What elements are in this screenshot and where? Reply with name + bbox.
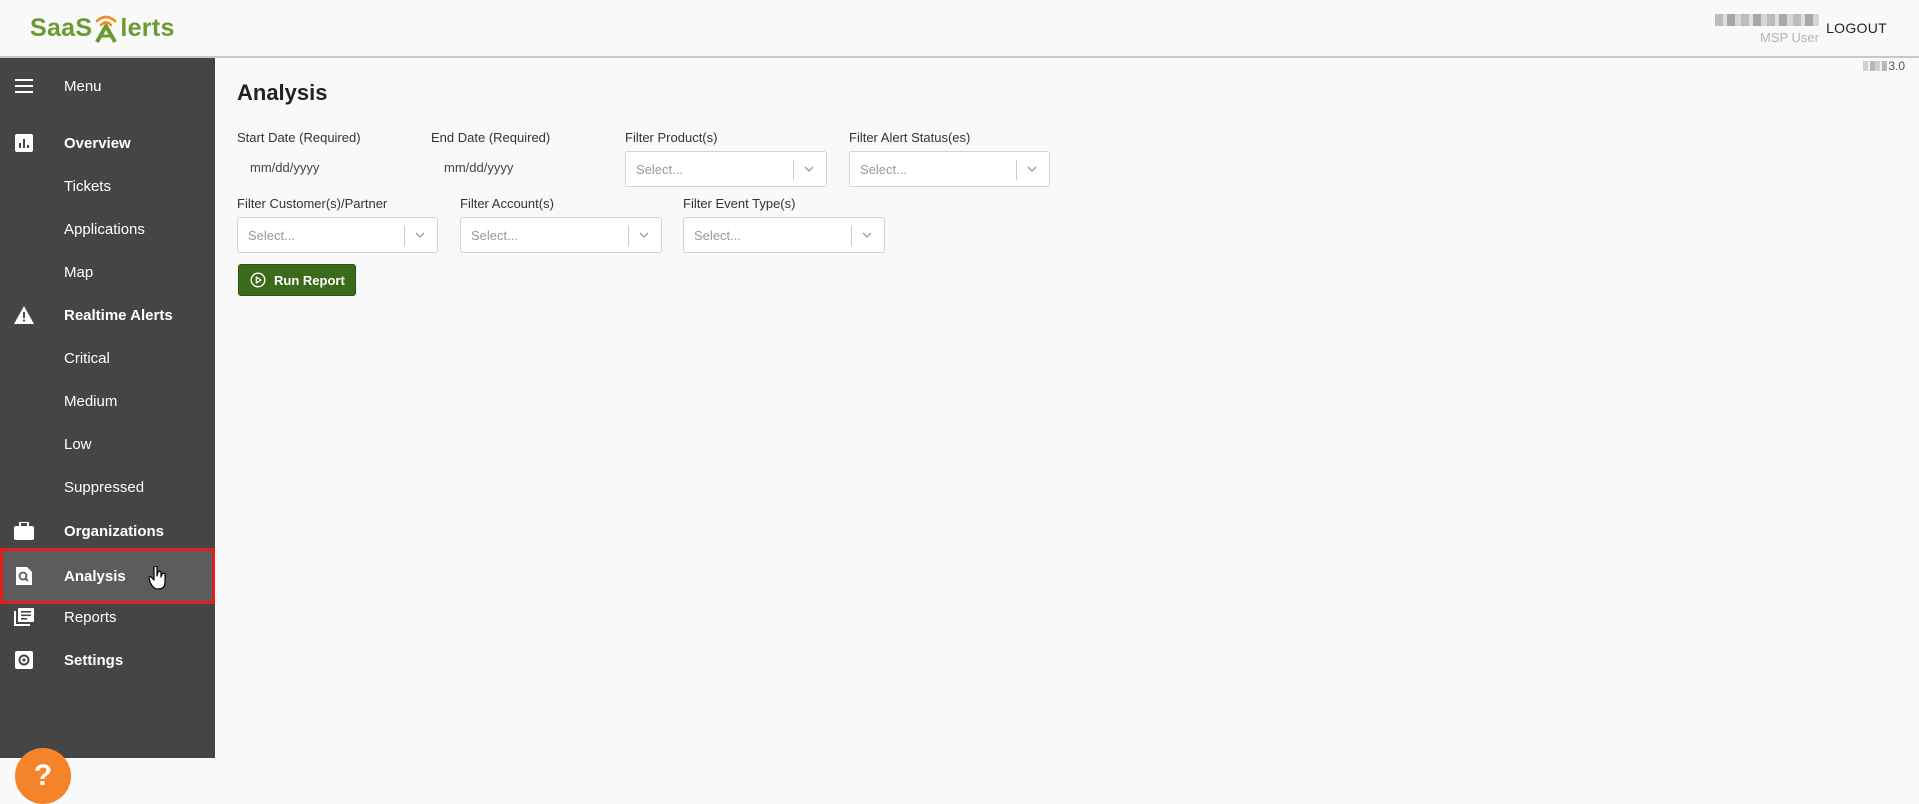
filter-alert-status-select[interactable]: Select...	[849, 151, 1050, 187]
sidebar-item-critical[interactable]: Critical	[0, 338, 215, 378]
start-date-input[interactable]: mm/dd/yyyy	[237, 151, 407, 183]
top-header: SaaS lerts MSP User LOGOUT	[0, 0, 1919, 58]
filter-event-types-field: Filter Event Type(s) Select...	[683, 196, 885, 253]
select-separator	[851, 226, 852, 246]
filter-event-types-placeholder: Select...	[694, 228, 741, 243]
sidebar-item-applications[interactable]: Applications	[0, 209, 215, 249]
sidebar-item-map[interactable]: Map	[0, 252, 215, 292]
filter-customers-placeholder: Select...	[248, 228, 295, 243]
bar-chart-icon	[14, 133, 34, 153]
end-date-field: End Date (Required) mm/dd/yyyy	[431, 130, 601, 183]
filter-alert-status-field: Filter Alert Status(es) Select...	[849, 130, 1050, 187]
filter-customers-field: Filter Customer(s)/Partner Select...	[237, 196, 438, 253]
play-circle-icon	[250, 272, 266, 288]
sidebar-item-label: Suppressed	[64, 479, 144, 496]
sidebar-item-label: Low	[64, 436, 92, 453]
chevron-down-icon	[802, 162, 816, 176]
filter-alert-status-label: Filter Alert Status(es)	[849, 130, 1050, 145]
filter-products-field: Filter Product(s) Select...	[625, 130, 827, 187]
run-report-button[interactable]: Run Report	[238, 264, 356, 296]
sidebar-item-label: Map	[64, 264, 93, 281]
start-date-label: Start Date (Required)	[237, 130, 407, 145]
select-separator	[1016, 160, 1017, 180]
chevron-down-icon	[413, 228, 427, 242]
sidebar-item-label: Analysis	[64, 568, 126, 585]
sidebar-item-label: Medium	[64, 393, 117, 410]
chevron-down-icon	[1025, 162, 1039, 176]
sidebar-item-realtime-alerts[interactable]: Realtime Alerts	[0, 295, 215, 335]
sidebar-item-overview[interactable]: Overview	[0, 123, 215, 163]
select-separator	[404, 226, 405, 246]
end-date-label: End Date (Required)	[431, 130, 601, 145]
filter-event-types-label: Filter Event Type(s)	[683, 196, 885, 211]
filter-products-select[interactable]: Select...	[625, 151, 827, 187]
sidebar-item-reports[interactable]: Reports	[0, 597, 215, 637]
saas-alerts-logo[interactable]: SaaS lerts	[30, 12, 175, 44]
select-separator	[628, 226, 629, 246]
sidebar-item-label: Settings	[64, 652, 123, 669]
sidebar-item-label: Overview	[64, 135, 131, 152]
hamburger-icon	[14, 76, 34, 96]
filter-accounts-field: Filter Account(s) Select...	[460, 196, 662, 253]
filter-customers-select[interactable]: Select...	[237, 217, 438, 253]
reports-icon	[14, 607, 34, 627]
sidebar-menu-label: Menu	[64, 78, 102, 95]
sidebar-item-label: Tickets	[64, 178, 111, 195]
logout-button[interactable]: LOGOUT	[1826, 20, 1887, 36]
user-info: MSP User	[1715, 14, 1819, 45]
logo-text-right: lerts	[120, 14, 174, 43]
user-role: MSP User	[1715, 30, 1819, 45]
sidebar-item-label: Applications	[64, 221, 145, 238]
document-search-icon	[14, 566, 34, 586]
sidebar-item-label: Reports	[64, 609, 117, 626]
user-name-redacted	[1715, 14, 1819, 26]
filter-accounts-placeholder: Select...	[471, 228, 518, 243]
filter-products-label: Filter Product(s)	[625, 130, 827, 145]
filter-products-placeholder: Select...	[636, 162, 683, 177]
sidebar-item-tickets[interactable]: Tickets	[0, 166, 215, 206]
sidebar-item-low[interactable]: Low	[0, 424, 215, 464]
sidebar-item-label: Critical	[64, 350, 110, 367]
filter-accounts-select[interactable]: Select...	[460, 217, 662, 253]
main-content: Analysis Start Date (Required) mm/dd/yyy…	[215, 60, 1919, 758]
sidebar-item-settings[interactable]: Settings	[0, 640, 215, 680]
select-separator	[793, 160, 794, 180]
start-date-field: Start Date (Required) mm/dd/yyyy	[237, 130, 407, 183]
sidebar-item-analysis[interactable]: Analysis	[0, 548, 215, 604]
sidebar-item-label: Realtime Alerts	[64, 307, 173, 324]
logo-text-left: SaaS	[30, 14, 92, 43]
filter-accounts-label: Filter Account(s)	[460, 196, 662, 211]
briefcase-icon	[14, 521, 34, 541]
page-title: Analysis	[237, 80, 328, 106]
warning-icon	[14, 305, 34, 325]
filter-customers-label: Filter Customer(s)/Partner	[237, 196, 438, 211]
logo-signal-icon	[93, 13, 119, 43]
chevron-down-icon	[637, 228, 651, 242]
sidebar-menu-toggle[interactable]: Menu	[0, 66, 215, 106]
sidebar-item-medium[interactable]: Medium	[0, 381, 215, 421]
sidebar-item-suppressed[interactable]: Suppressed	[0, 467, 215, 507]
filter-alert-status-placeholder: Select...	[860, 162, 907, 177]
sidebar: Menu Overview Tickets Applications Map R…	[0, 58, 215, 758]
gear-icon	[14, 650, 34, 670]
chevron-down-icon	[860, 228, 874, 242]
hand-cursor-icon	[148, 566, 168, 590]
help-button[interactable]: ?	[15, 748, 71, 804]
end-date-input[interactable]: mm/dd/yyyy	[431, 151, 601, 183]
sidebar-item-label: Organizations	[64, 523, 164, 540]
filter-event-types-select[interactable]: Select...	[683, 217, 885, 253]
sidebar-item-organizations[interactable]: Organizations	[0, 511, 215, 551]
run-report-label: Run Report	[274, 273, 345, 288]
